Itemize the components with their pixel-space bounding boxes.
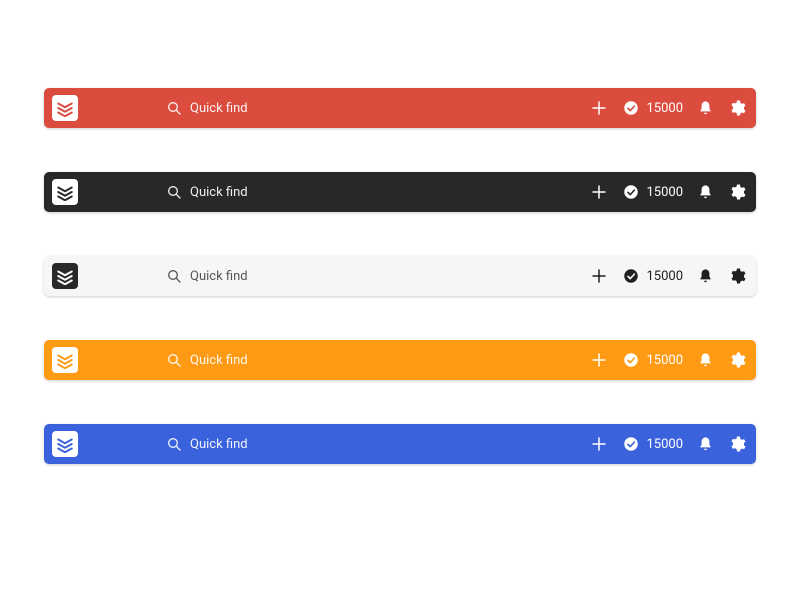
topbar-dark: Quick find 15000	[44, 172, 756, 212]
check-circle-icon	[622, 435, 640, 453]
karma-count-value: 15000	[646, 185, 683, 200]
app-logo[interactable]	[52, 263, 78, 289]
check-circle-icon	[622, 183, 640, 201]
check-circle-icon	[622, 267, 640, 285]
search-icon	[166, 100, 182, 116]
notifications-button[interactable]	[697, 100, 714, 117]
app-logo[interactable]	[52, 431, 78, 457]
quick-find[interactable]: Quick find	[166, 436, 578, 452]
app-logo[interactable]	[52, 179, 78, 205]
quick-find[interactable]: Quick find	[166, 268, 578, 284]
bell-icon	[697, 184, 714, 201]
settings-button[interactable]	[728, 435, 746, 453]
gear-icon	[728, 183, 746, 201]
topbar-actions: 15000	[590, 267, 746, 285]
quick-find[interactable]: Quick find	[166, 100, 578, 116]
topbar-actions: 15000	[590, 99, 746, 117]
topbar-actions: 15000	[590, 435, 746, 453]
quick-find[interactable]: Quick find	[166, 184, 578, 200]
topbar-actions: 15000	[590, 183, 746, 201]
add-task-button[interactable]	[590, 435, 608, 453]
karma-counter[interactable]: 15000	[622, 183, 683, 201]
bell-icon	[697, 436, 714, 453]
topbar-blue: Quick find 15000	[44, 424, 756, 464]
gear-icon	[728, 99, 746, 117]
karma-count-value: 15000	[646, 101, 683, 116]
quick-find[interactable]: Quick find	[166, 352, 578, 368]
quick-find-placeholder: Quick find	[190, 185, 248, 200]
settings-button[interactable]	[728, 267, 746, 285]
plus-icon	[590, 435, 608, 453]
bell-icon	[697, 268, 714, 285]
plus-icon	[590, 99, 608, 117]
topbar-orange: Quick find 15000	[44, 340, 756, 380]
plus-icon	[590, 351, 608, 369]
quick-find-placeholder: Quick find	[190, 269, 248, 284]
plus-icon	[590, 267, 608, 285]
settings-button[interactable]	[728, 99, 746, 117]
add-task-button[interactable]	[590, 351, 608, 369]
todoist-logo-icon	[56, 351, 74, 369]
bell-icon	[697, 352, 714, 369]
topbar-light: Quick find 15000	[44, 256, 756, 296]
add-task-button[interactable]	[590, 99, 608, 117]
quick-find-placeholder: Quick find	[190, 353, 248, 368]
karma-counter[interactable]: 15000	[622, 99, 683, 117]
plus-icon	[590, 183, 608, 201]
gear-icon	[728, 351, 746, 369]
karma-count-value: 15000	[646, 353, 683, 368]
karma-count-value: 15000	[646, 437, 683, 452]
notifications-button[interactable]	[697, 436, 714, 453]
notifications-button[interactable]	[697, 268, 714, 285]
topbar-red: Quick find 15000	[44, 88, 756, 128]
app-logo[interactable]	[52, 347, 78, 373]
gear-icon	[728, 435, 746, 453]
settings-button[interactable]	[728, 351, 746, 369]
search-icon	[166, 184, 182, 200]
notifications-button[interactable]	[697, 184, 714, 201]
add-task-button[interactable]	[590, 183, 608, 201]
todoist-logo-icon	[56, 267, 74, 285]
notifications-button[interactable]	[697, 352, 714, 369]
gear-icon	[728, 267, 746, 285]
todoist-logo-icon	[56, 183, 74, 201]
karma-counter[interactable]: 15000	[622, 267, 683, 285]
topbar-actions: 15000	[590, 351, 746, 369]
app-logo[interactable]	[52, 95, 78, 121]
add-task-button[interactable]	[590, 267, 608, 285]
karma-count-value: 15000	[646, 269, 683, 284]
search-icon	[166, 436, 182, 452]
karma-counter[interactable]: 15000	[622, 435, 683, 453]
check-circle-icon	[622, 351, 640, 369]
todoist-logo-icon	[56, 435, 74, 453]
check-circle-icon	[622, 99, 640, 117]
bell-icon	[697, 100, 714, 117]
search-icon	[166, 268, 182, 284]
quick-find-placeholder: Quick find	[190, 101, 248, 116]
todoist-logo-icon	[56, 99, 74, 117]
settings-button[interactable]	[728, 183, 746, 201]
search-icon	[166, 352, 182, 368]
karma-counter[interactable]: 15000	[622, 351, 683, 369]
quick-find-placeholder: Quick find	[190, 437, 248, 452]
